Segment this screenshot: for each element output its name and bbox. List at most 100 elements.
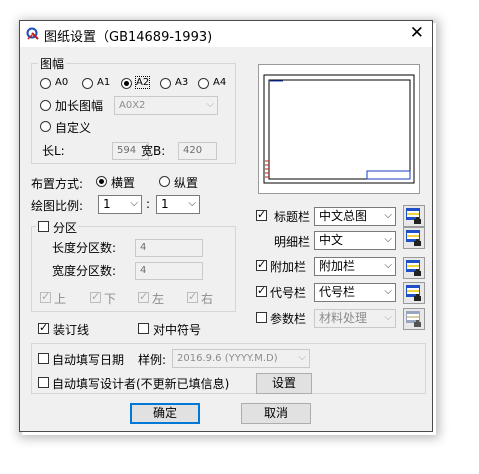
settings-button-label: 设置 <box>271 376 296 390</box>
zone-width-value: 4 <box>140 265 147 276</box>
auto-designer-label: 自动填写设计者(不更新已填信息) <box>52 377 230 391</box>
zone-bottom-checkbox[interactable] <box>90 290 101 304</box>
radio-portrait-label: 纵置 <box>174 176 199 190</box>
radio-extended[interactable] <box>40 100 51 111</box>
title-block-checkbox[interactable] <box>256 208 267 222</box>
chevron-down-icon: ⌵ <box>384 312 392 323</box>
title-block-label: 标题栏 <box>274 210 311 224</box>
detail-block-label: 明细栏 <box>274 235 311 249</box>
param-block-checkbox[interactable] <box>256 312 267 323</box>
edit-table-icon <box>406 230 421 246</box>
zone-left-label: 左 <box>152 292 165 306</box>
radio-a4[interactable] <box>198 78 209 89</box>
binding-line-checkbox[interactable] <box>38 321 49 335</box>
extended-size-select[interactable]: A0X2 ⌵ <box>114 96 218 115</box>
auto-date-checkbox[interactable] <box>38 353 49 364</box>
cancel-button[interactable]: 取消 <box>241 403 311 424</box>
radio-custom[interactable] <box>40 121 51 132</box>
param-block-label: 参数栏 <box>270 312 307 326</box>
date-format-select[interactable]: 2016.9.6 (YYYY.M.D) ⌵ <box>172 349 310 368</box>
code-block-value: 代号栏 <box>319 285 356 299</box>
sheet-size-group-label: 图幅 <box>38 55 67 72</box>
date-example-label: 样例: <box>138 353 167 367</box>
zone-length-label: 长度分区数: <box>52 241 117 255</box>
chevron-down-icon: ⌵ <box>188 198 196 209</box>
settings-button[interactable]: 设置 <box>256 373 312 394</box>
zone-top-checkbox[interactable] <box>40 290 51 304</box>
radio-a0[interactable] <box>40 78 51 89</box>
scale-label: 绘图比例: <box>31 199 84 213</box>
radio-landscape[interactable] <box>96 176 107 187</box>
center-mark-label: 对中符号 <box>153 323 202 337</box>
width-value: 420 <box>183 145 203 156</box>
zone-left-checkbox[interactable] <box>138 290 149 304</box>
title-block-select[interactable]: 中文总图 ⌵ <box>314 207 396 226</box>
auto-designer-checkbox[interactable] <box>38 377 49 388</box>
extra-block-label: 附加栏 <box>270 260 307 274</box>
sheet-settings-dialog: 图纸设置（GB14689-1993) ✕ 图幅 A0 A1 A2 A3 A4 加… <box>19 20 433 432</box>
scale-right-select[interactable]: 1 ⌵ <box>156 195 200 214</box>
sheet-preview <box>258 64 420 194</box>
zone-length-value: 4 <box>140 242 147 253</box>
length-label: 长L: <box>42 144 65 158</box>
auto-date-label: 自动填写日期 <box>52 353 125 367</box>
zone-bottom-label: 下 <box>104 292 117 306</box>
extra-block-select[interactable]: 附加栏 ⌵ <box>314 257 396 276</box>
zone-right-checkbox[interactable] <box>187 290 198 304</box>
close-icon[interactable]: ✕ <box>410 24 424 42</box>
radio-custom-label: 自定义 <box>55 121 92 135</box>
chevron-down-icon: ⌵ <box>384 234 392 245</box>
param-block-value: 材料处理 <box>319 311 368 325</box>
center-mark-checkbox[interactable] <box>138 323 149 334</box>
title-block-value: 中文总图 <box>319 209 368 223</box>
zone-top-label: 上 <box>54 292 67 306</box>
radio-a1[interactable] <box>82 78 93 89</box>
zones-label: 分区 <box>53 221 78 235</box>
edit-table-icon <box>406 260 421 276</box>
date-format-value: 2016.9.6 (YYYY.M.D) <box>177 353 278 364</box>
radio-a3-label: A3 <box>175 77 189 88</box>
binding-line-label: 装订线 <box>53 323 90 337</box>
scale-left-value: 1 <box>103 197 111 211</box>
code-block-label: 代号栏 <box>270 286 307 300</box>
radio-a3[interactable] <box>160 78 171 89</box>
scale-left-select[interactable]: 1 ⌵ <box>98 195 142 214</box>
scale-separator: : <box>146 197 151 211</box>
zones-checkbox[interactable] <box>38 221 49 232</box>
length-value: 594 <box>117 145 137 156</box>
detail-block-edit-button[interactable] <box>403 227 425 249</box>
cancel-button-label: 取消 <box>263 406 288 420</box>
sheet-preview-drawing <box>263 74 415 184</box>
window-title: 图纸设置（GB14689-1993) <box>44 30 213 45</box>
radio-portrait[interactable] <box>159 176 170 187</box>
zone-length-input[interactable]: 4 <box>135 239 203 257</box>
title-block-edit-button[interactable] <box>403 205 425 227</box>
ok-button[interactable]: 确定 <box>130 403 200 424</box>
radio-a1-label: A1 <box>97 77 111 88</box>
radio-a2-label: A2 <box>134 76 151 89</box>
scale-right-value: 1 <box>161 197 169 211</box>
radio-extended-label: 加长图幅 <box>55 99 104 113</box>
extended-size-value: A0X2 <box>119 100 146 111</box>
width-label: 宽B: <box>141 144 166 158</box>
zone-width-input[interactable]: 4 <box>135 262 203 280</box>
extra-block-value: 附加栏 <box>319 259 356 273</box>
edit-table-icon <box>406 311 421 327</box>
detail-block-select[interactable]: 中文 ⌵ <box>314 231 396 250</box>
chevron-down-icon: ⌵ <box>384 210 392 221</box>
extra-block-checkbox[interactable] <box>256 258 267 272</box>
code-block-select[interactable]: 代号栏 ⌵ <box>314 283 396 302</box>
param-block-select[interactable]: 材料处理 ⌵ <box>314 309 396 328</box>
detail-block-value: 中文 <box>319 233 344 247</box>
chevron-down-icon: ⌵ <box>206 99 214 110</box>
width-input[interactable]: 420 <box>178 142 217 160</box>
code-block-checkbox[interactable] <box>256 284 267 298</box>
code-block-edit-button[interactable] <box>403 282 425 304</box>
chevron-down-icon: ⌵ <box>384 286 392 297</box>
orientation-label: 布置方式: <box>31 177 84 191</box>
param-block-edit-button[interactable] <box>403 308 425 330</box>
app-logo-icon <box>26 27 39 40</box>
radio-a2[interactable] <box>121 78 132 89</box>
chevron-down-icon: ⌵ <box>298 352 306 363</box>
extra-block-edit-button[interactable] <box>403 257 425 279</box>
